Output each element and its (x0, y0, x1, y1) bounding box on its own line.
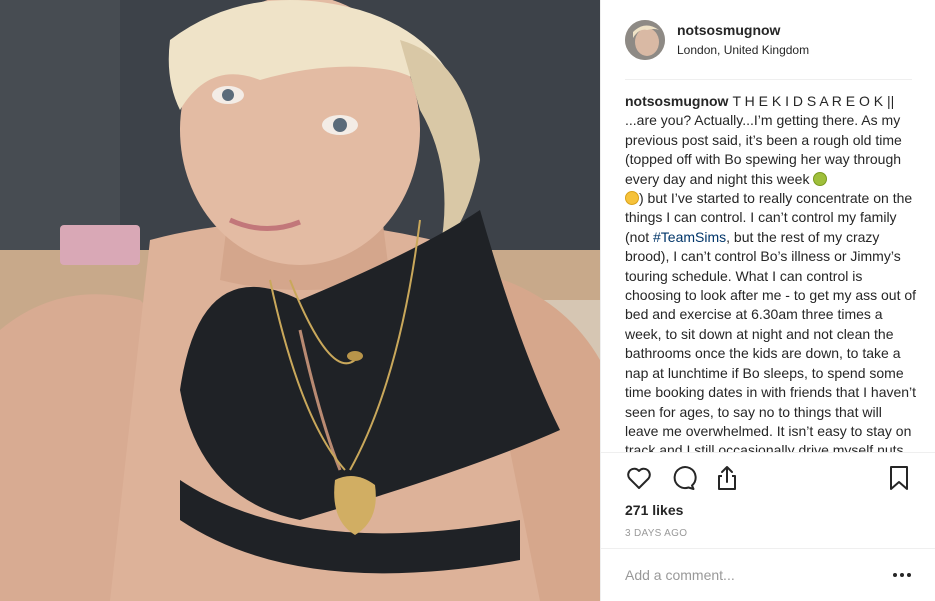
comment-input[interactable] (625, 567, 892, 583)
comment-section (601, 548, 935, 601)
caption-text-part-3: , but the rest of my crazy brood), I can… (625, 228, 917, 452)
selfie-image (0, 0, 600, 601)
avatar-image (625, 20, 665, 60)
post-timestamp[interactable]: 3 DAYS AGO (625, 528, 687, 539)
header-text: notsosmugnow London, United Kingdom (677, 21, 809, 59)
share-upload-icon[interactable] (713, 464, 741, 492)
post-photo[interactable] (0, 0, 600, 601)
post-sidebar: notsosmugnow London, United Kingdom nots… (600, 0, 935, 601)
likes-count[interactable]: 271 likes (625, 502, 683, 518)
header-location[interactable]: London, United Kingdom (677, 41, 809, 59)
actions-divider (601, 452, 935, 453)
caption-username[interactable]: notsosmugnow (625, 93, 728, 109)
instagram-post: notsosmugnow London, United Kingdom nots… (0, 0, 935, 601)
flushed-face-emoji-icon (625, 191, 639, 206)
caption: notsosmugnow T H E K I D S A R E O K || .… (625, 92, 917, 452)
avatar[interactable] (625, 20, 665, 60)
nauseated-face-emoji-icon (813, 171, 828, 186)
header-username[interactable]: notsosmugnow (677, 21, 809, 39)
post-header: notsosmugnow London, United Kingdom (601, 0, 935, 80)
action-bar (625, 464, 917, 496)
comment-bubble-icon[interactable] (669, 464, 697, 492)
ellipsis-icon[interactable] (892, 565, 912, 585)
heart-icon[interactable] (625, 464, 653, 492)
header-divider (625, 79, 912, 80)
hashtag-link[interactable]: #TeamSims (653, 229, 726, 245)
bookmark-icon[interactable] (885, 464, 913, 492)
